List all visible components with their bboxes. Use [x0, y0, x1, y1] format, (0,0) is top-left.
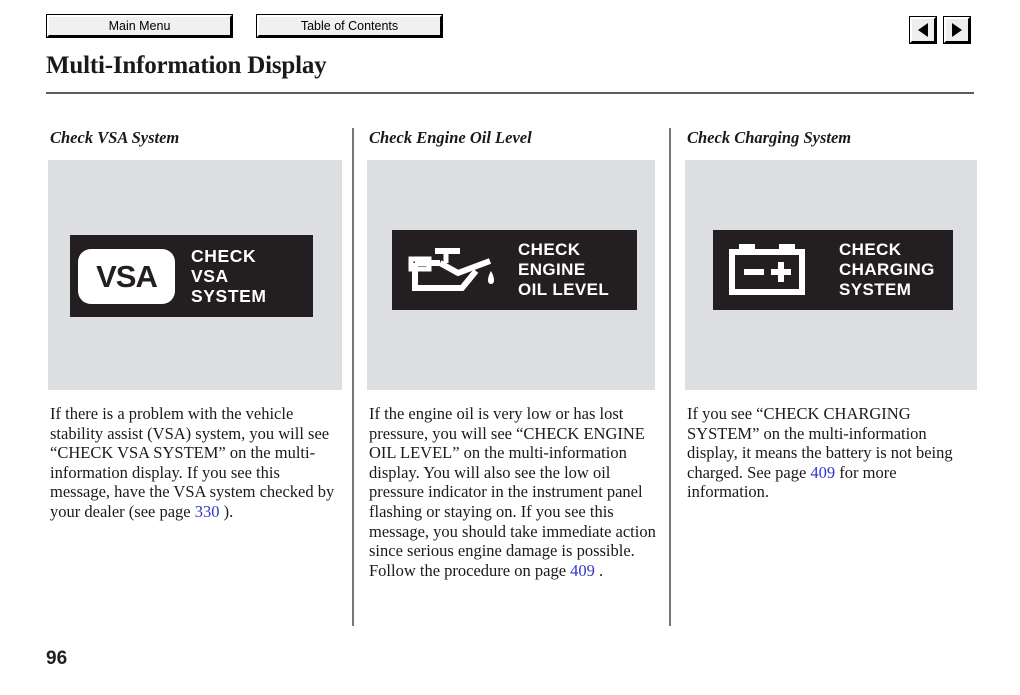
section-check-vsa-system: Check VSA System VSA CHECK VSA SYSTEM If… [48, 128, 345, 522]
section-check-charging-system: Check Charging System CHECK CHARGING SYS… [685, 128, 982, 502]
section-heading: Check Engine Oil Level [369, 128, 532, 147]
vsa-logo-icon: VSA [78, 248, 175, 304]
vsa-logo-label: VSA [96, 258, 158, 294]
battery-icon [723, 239, 821, 301]
triangle-right-icon [952, 23, 962, 37]
mid-display-message: CHECK ENGINE OIL LEVEL [518, 240, 610, 299]
illustration-panel-engine-oil: CHECK ENGINE OIL LEVEL [367, 160, 655, 390]
body-text-after: ). [219, 501, 234, 521]
section-check-engine-oil-level: Check Engine Oil Level CHECK ENGINE OIL … [367, 128, 664, 580]
illustration-panel-vsa: VSA CHECK VSA SYSTEM [48, 160, 342, 390]
body-text-before: If the engine oil is very low or has los… [369, 404, 656, 580]
page-reference-link[interactable]: 409 [810, 463, 835, 482]
body-text-before: If there is a problem with the vehicle s… [50, 404, 335, 521]
mid-display-engine-oil: CHECK ENGINE OIL LEVEL [392, 230, 637, 310]
next-page-button[interactable] [944, 17, 970, 43]
column-divider [669, 128, 671, 626]
body-paragraph: If you see “CHECK CHARGING SYSTEM” on th… [687, 404, 979, 502]
body-paragraph: If the engine oil is very low or has los… [369, 404, 661, 580]
triangle-left-icon [918, 23, 928, 37]
page-reference-link[interactable]: 409 [570, 561, 595, 580]
mid-display-message: CHECK CHARGING SYSTEM [839, 240, 935, 299]
mid-display-charging: CHECK CHARGING SYSTEM [713, 230, 953, 310]
column-divider [352, 128, 354, 626]
main-menu-button[interactable]: Main Menu [47, 15, 232, 37]
body-text-after: . [594, 560, 604, 580]
section-heading: Check Charging System [687, 128, 852, 147]
top-toolbar: Main Menu Table of Contents [0, 0, 1020, 48]
previous-page-button[interactable] [910, 17, 936, 43]
title-divider-rule [46, 92, 974, 94]
mid-display-vsa: VSA CHECK VSA SYSTEM [70, 235, 313, 317]
page-title: Multi-Information Display [46, 52, 327, 79]
page-number: 96 [46, 648, 68, 669]
page-reference-link[interactable]: 330 [195, 502, 220, 521]
body-paragraph: If there is a problem with the vehicle s… [50, 404, 342, 522]
table-of-contents-button[interactable]: Table of Contents [257, 15, 442, 37]
section-heading: Check VSA System [50, 128, 180, 147]
illustration-panel-charging: CHECK CHARGING SYSTEM [685, 160, 977, 390]
mid-display-message: CHECK VSA SYSTEM [191, 246, 267, 306]
oil-can-icon [400, 239, 508, 301]
